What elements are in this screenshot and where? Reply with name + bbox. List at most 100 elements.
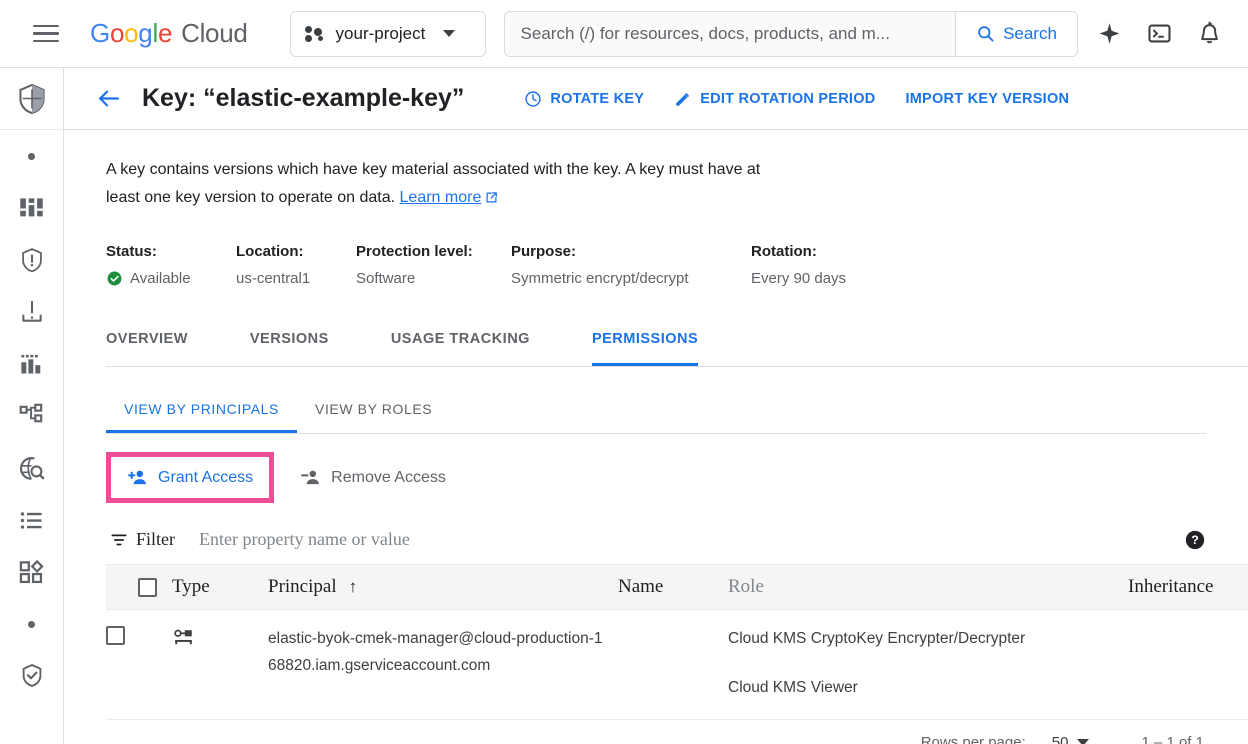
protection-level-value: Software [356, 270, 416, 288]
search-icon [978, 26, 994, 42]
role-list: Cloud KMS CryptoKey Encrypter/Decrypter … [728, 626, 1128, 701]
top-navigation-bar: Google Cloud your-project Search [0, 0, 1248, 68]
column-header-principal[interactable]: Principal ↑ [268, 564, 618, 611]
permissions-table: Type Principal ↑ Name Role Inheritance e… [106, 564, 1248, 721]
row-type-cell [172, 609, 268, 721]
permissions-table-body: elastic-byok-cmek-manager@cloud-producti… [106, 609, 1248, 721]
learn-more-link[interactable]: Learn more [400, 184, 500, 212]
rotation-value: Every 90 days [751, 270, 847, 288]
check-circle-icon [107, 271, 122, 286]
top-icon-group [1086, 11, 1232, 57]
rail-topology[interactable] [0, 390, 64, 442]
shield-alert-icon [21, 247, 42, 272]
permissions-action-bar: Grant Access Remove Access [106, 452, 1248, 504]
column-header-inheritance[interactable]: Inheritance [1128, 564, 1248, 611]
hamburger-menu-icon[interactable] [22, 10, 70, 58]
row-inheritance-cell [1128, 609, 1248, 721]
page-title: Key: “elastic-example-key” [142, 84, 465, 112]
apps-grid-icon [19, 559, 44, 583]
app-root: Google Cloud your-project Search (/) for… [0, 0, 1248, 744]
edit-rotation-period-button[interactable]: EDIT ROTATION PERIOD [662, 82, 887, 116]
remove-access-button[interactable]: Remove Access [294, 463, 452, 492]
cloud-shell-icon[interactable] [1136, 11, 1182, 57]
row-principal-cell: elastic-byok-cmek-manager@cloud-producti… [268, 609, 618, 721]
rail-chart[interactable] [0, 338, 64, 390]
left-icon-rail [0, 68, 64, 744]
row-checkbox[interactable] [106, 626, 125, 646]
subtab-view-by-principals[interactable]: VIEW BY PRINCIPALS [106, 389, 297, 434]
service-account-icon [174, 629, 192, 645]
project-selector-label: your-project [335, 23, 426, 43]
help-circle-icon[interactable]: ? [1184, 529, 1206, 556]
page-header: Key: “elastic-example-key” ROTATE KEY ED… [64, 68, 1248, 130]
logo-letter: G [90, 18, 110, 48]
security-shield-icon[interactable] [0, 68, 63, 130]
dot-icon [28, 620, 35, 628]
rail-dot-1[interactable] [0, 130, 64, 182]
table-header-row: Type Principal ↑ Name Role Inheritance [106, 564, 1248, 611]
select-all-header [106, 564, 172, 611]
tab-permissions[interactable]: PERMISSIONS [591, 317, 699, 367]
search-input[interactable] [504, 11, 955, 56]
grant-access-button[interactable]: Grant Access [121, 463, 259, 492]
rows-per-page-select[interactable]: 50 [1052, 734, 1090, 744]
rows-per-page-value: 50 [1051, 734, 1069, 744]
permissions-panel: VIEW BY PRINCIPALS VIEW BY ROLES Grant A… [106, 367, 1248, 744]
rail-globe-search[interactable] [0, 442, 64, 494]
status-field-rotation: Rotation: Every 90 days [751, 243, 846, 287]
subtab-view-by-roles[interactable]: VIEW BY ROLES [297, 389, 450, 433]
status-field-location: Location: us-central1 [236, 243, 356, 287]
filter-row: Filter ? [106, 529, 1206, 564]
rail-import[interactable] [0, 286, 64, 338]
rotate-key-button[interactable]: ROTATE KEY [512, 82, 656, 116]
table-row[interactable]: elastic-byok-cmek-manager@cloud-producti… [106, 609, 1248, 721]
notifications-bell-icon[interactable] [1186, 11, 1232, 57]
google-cloud-logo[interactable]: Google Cloud [90, 18, 248, 49]
grant-access-highlight: Grant Access [106, 452, 275, 504]
main-content: Key: “elastic-example-key” ROTATE KEY ED… [64, 68, 1248, 744]
rail-shield-alert[interactable] [0, 234, 64, 286]
rail-shield-check[interactable] [0, 650, 64, 702]
import-key-version-button[interactable]: IMPORT KEY VERSION [893, 83, 1081, 115]
logo-letter: o [109, 18, 125, 48]
remove-access-label: Remove Access [331, 468, 446, 486]
role-item: Cloud KMS Viewer [728, 678, 858, 696]
learn-more-label: Learn more [399, 188, 482, 206]
back-arrow-icon[interactable] [88, 79, 128, 119]
filter-input[interactable] [199, 529, 659, 551]
column-header-type[interactable]: Type [172, 564, 268, 611]
column-header-role[interactable]: Role [728, 564, 1128, 611]
rotate-key-label: ROTATE KEY [550, 90, 645, 107]
rail-dot-2[interactable] [0, 598, 64, 650]
select-all-checkbox[interactable] [138, 577, 157, 597]
key-status-row: Status: Available Location: us-central1 … [106, 243, 1248, 287]
tab-overview[interactable]: OVERVIEW [106, 317, 188, 366]
page-body: A key contains versions which have key m… [64, 130, 1248, 744]
tab-usage-tracking[interactable]: USAGE TRACKING [391, 317, 530, 366]
row-name-cell [618, 609, 728, 721]
column-header-name[interactable]: Name [618, 564, 728, 611]
external-link-icon [486, 192, 498, 203]
svg-text:?: ? [1191, 533, 1199, 547]
rail-dashboard[interactable] [0, 182, 64, 234]
chevron-down-icon [443, 30, 456, 37]
project-selector[interactable]: your-project [289, 10, 486, 57]
rail-apps[interactable] [0, 546, 64, 598]
shield-check-icon [22, 663, 41, 687]
logo-letter: o [124, 18, 139, 48]
rail-list[interactable] [0, 494, 64, 546]
pagination-range: 1 – 1 of 1 [1141, 734, 1204, 744]
status-field-status: Status: Available [106, 243, 236, 287]
rows-per-page-label: Rows per page: [920, 734, 1026, 744]
search-bar[interactable]: Search [503, 10, 1078, 57]
search-button[interactable]: Search [955, 11, 1077, 56]
gemini-sparkle-icon[interactable] [1086, 11, 1132, 57]
location-value: us-central1 [236, 270, 311, 288]
pencil-icon [676, 92, 690, 106]
status-field-purpose: Purpose: Symmetric encrypt/decrypt [511, 243, 751, 287]
status-value-text: Available [130, 270, 191, 288]
tab-versions[interactable]: VERSIONS [250, 317, 329, 366]
filter-icon[interactable] [106, 530, 132, 550]
sort-ascending-icon: ↑ [348, 577, 358, 597]
globe-search-icon [20, 456, 45, 480]
